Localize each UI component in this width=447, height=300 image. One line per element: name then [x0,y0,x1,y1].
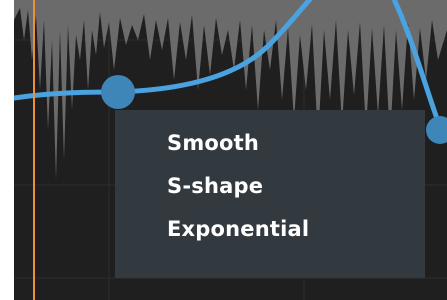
automation-editor[interactable]: Smooth S-shape Exponential [14,0,447,300]
automation-point[interactable] [101,75,135,109]
menu-item-s-shape[interactable]: S-shape [115,165,425,208]
menu-item-exponential[interactable]: Exponential [115,208,425,251]
curve-shape-menu: Smooth S-shape Exponential [115,110,425,278]
menu-item-smooth[interactable]: Smooth [115,122,425,165]
automation-point[interactable] [426,116,447,144]
